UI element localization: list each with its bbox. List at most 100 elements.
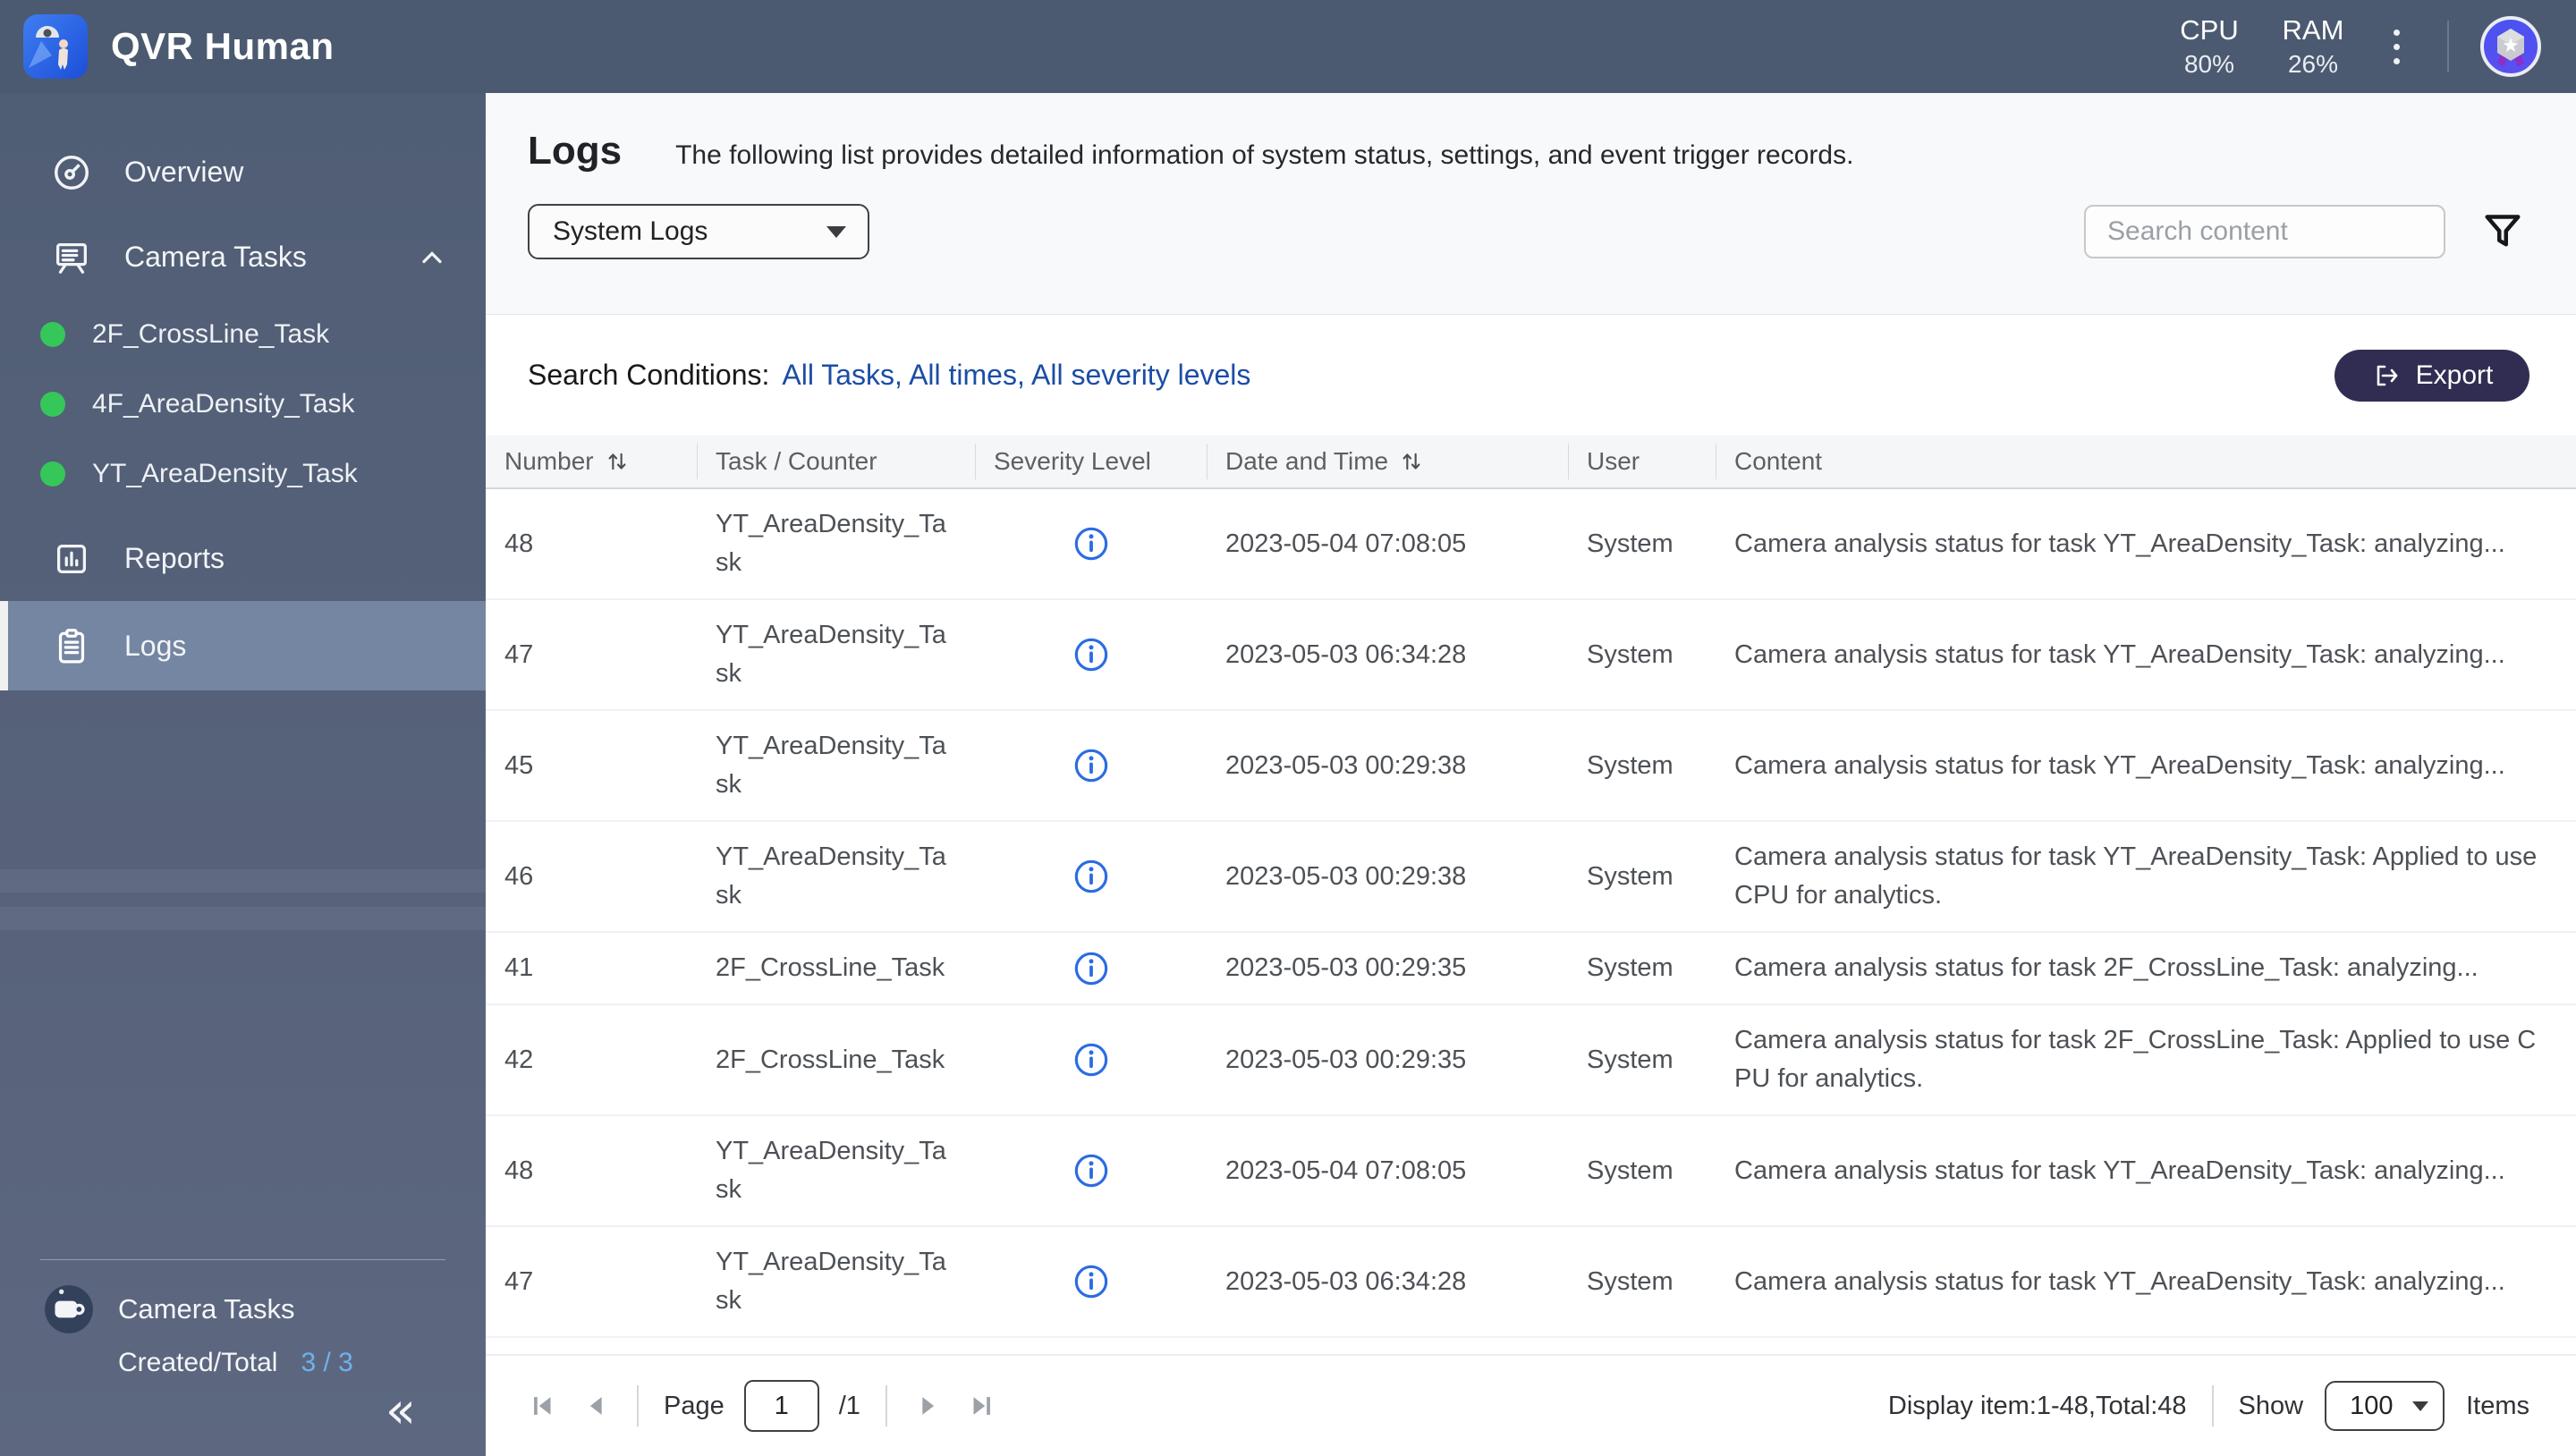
log-datetime: 2023-05-04 07:08:05 (1225, 1155, 1467, 1185)
topbar-divider (2447, 21, 2449, 72)
pager-divider (2211, 1385, 2214, 1426)
table-row: 42 2F_CrossLine_Task 2023-05-03 00:29:35 Sy… (486, 1005, 2576, 1116)
page-description: The following list provides detailed inf… (675, 140, 1854, 170)
log-content: Camera analysis status for task 2F_Cross… (1734, 1026, 2537, 1093)
next-page-icon[interactable] (912, 1391, 943, 1421)
sidebar-task-4f-areadensity[interactable]: 4F_AreaDensity_Task (0, 369, 486, 439)
display-info: Display item:1-48,Total:48 (1887, 1391, 2187, 1420)
export-button[interactable]: Export (2334, 349, 2529, 402)
info-icon[interactable] (1073, 526, 1109, 562)
pager-divider (637, 1385, 639, 1426)
page-title: Logs (528, 129, 623, 173)
log-task: YT_AreaDensity_Task (716, 732, 946, 799)
log-user: System (1587, 1045, 1674, 1074)
user-avatar[interactable]: ★ (2479, 15, 2542, 78)
first-page-icon[interactable] (528, 1391, 558, 1421)
search-conditions-row: Search Conditions: All Tasks, All times,… (486, 315, 2576, 436)
page-label: Page (664, 1391, 724, 1420)
svg-text:★: ★ (2502, 35, 2520, 57)
log-datetime: 2023-05-03 06:34:28 (1225, 639, 1467, 669)
footer-camera-tasks-title: Camera Tasks (118, 1293, 295, 1325)
chevron-up-icon[interactable] (416, 241, 448, 274)
search-input[interactable] (2084, 205, 2445, 258)
topbar-right: CPU 80% RAM 26% ★ (2157, 13, 2542, 80)
info-icon[interactable] (1073, 951, 1109, 986)
log-user: System (1587, 750, 1674, 780)
log-datetime: 2023-05-03 00:29:38 (1225, 750, 1467, 780)
main-content: Logs The following list provides detaile… (486, 93, 2576, 1456)
sidebar-item-reports[interactable]: Reports (0, 516, 486, 601)
sidebar-item-overview[interactable]: Overview (0, 130, 486, 215)
log-number: 46 (504, 861, 534, 891)
log-datetime: 2023-05-03 06:34:28 (1225, 1266, 1467, 1296)
created-total-label: Created/Total (118, 1348, 278, 1377)
page-number-input[interactable] (743, 1380, 819, 1432)
sidebar-decoration (0, 907, 486, 930)
clipboard-icon (58, 629, 85, 664)
log-severity (975, 732, 1207, 800)
log-user: System (1587, 639, 1674, 669)
items-per-page-select[interactable]: 100 (2325, 1381, 2445, 1431)
log-datetime: 2023-05-03 00:29:38 (1225, 861, 1467, 891)
sort-icon[interactable] (605, 449, 630, 474)
log-number: 41 (504, 953, 534, 982)
app-logo-icon (23, 14, 88, 79)
filters-section: Logs The following list provides detaile… (486, 93, 2576, 315)
column-header-content: Content (1716, 436, 2576, 487)
log-severity (975, 510, 1207, 578)
info-icon[interactable] (1073, 1042, 1109, 1078)
task-label: YT_AreaDensity_Task (92, 459, 358, 488)
log-type-select[interactable]: System Logs (528, 204, 869, 259)
task-label: 4F_AreaDensity_Task (92, 389, 355, 419)
sidebar-footer-divider (40, 1259, 445, 1260)
column-header-task: Task / Counter (697, 436, 975, 487)
info-icon[interactable] (1073, 1153, 1109, 1189)
log-number: 47 (504, 639, 534, 669)
info-icon[interactable] (1073, 1264, 1109, 1299)
sidebar-decoration (0, 869, 486, 893)
more-options-icon[interactable] (2365, 15, 2428, 78)
log-number: 45 (504, 750, 534, 780)
show-label: Show (2238, 1391, 2304, 1420)
log-content: Camera analysis status for task YT_AreaD… (1734, 750, 2505, 780)
log-content: Camera analysis status for task YT_AreaD… (1734, 529, 2505, 558)
log-severity (975, 621, 1207, 689)
log-user: System (1587, 861, 1674, 891)
log-severity (975, 1026, 1207, 1094)
caret-down-icon (826, 225, 846, 238)
page-total: /1 (838, 1391, 860, 1420)
log-severity (975, 842, 1207, 910)
sidebar-item-logs[interactable]: Logs (0, 601, 486, 690)
previous-page-icon[interactable] (581, 1391, 612, 1421)
last-page-icon[interactable] (966, 1391, 996, 1421)
export-label: Export (2415, 360, 2494, 390)
sidebar-item-camera-tasks[interactable]: Camera Tasks (0, 215, 486, 300)
log-content: Camera analysis status for task 2F_Cross… (1734, 953, 2479, 982)
table-row: 41 2F_CrossLine_Task 2023-05-03 00:29:35 Sy… (486, 933, 2576, 1005)
cpu-meter: CPU 80% (2157, 13, 2261, 80)
search-conditions-links[interactable]: All Tasks, All times, All severity level… (782, 359, 1250, 392)
sidebar-task-yt-areadensity[interactable]: YT_AreaDensity_Task (0, 439, 486, 509)
created-total-value: 3 / 3 (301, 1348, 353, 1377)
sort-icon[interactable] (1399, 449, 1424, 474)
filter-funnel-icon[interactable] (2481, 210, 2524, 253)
sidebar-task-2f-crossline[interactable]: 2F_CrossLine_Task (0, 300, 486, 369)
log-datetime: 2023-05-03 00:29:35 (1225, 1045, 1467, 1074)
log-user: System (1587, 953, 1674, 982)
collapse-sidebar-icon[interactable]: « (386, 1386, 416, 1436)
pager-divider (885, 1385, 887, 1426)
task-status-dot (40, 461, 65, 487)
info-icon[interactable] (1073, 748, 1109, 783)
log-task: YT_AreaDensity_Task (716, 510, 946, 577)
log-task: YT_AreaDensity_Task (716, 1248, 946, 1315)
table-body: 48 YT_AreaDensity_Task 2023-05-04 07:08:05… (486, 489, 2576, 1338)
table-row: 48 YT_AreaDensity_Task 2023-05-04 07:08:05… (486, 489, 2576, 600)
info-icon[interactable] (1073, 859, 1109, 894)
log-task: YT_AreaDensity_Task (716, 621, 946, 688)
log-user: System (1587, 1155, 1674, 1185)
info-icon[interactable] (1073, 637, 1109, 673)
log-severity (975, 935, 1207, 1003)
column-header-number: Number (486, 436, 697, 487)
log-content: Camera analysis status for task YT_AreaD… (1734, 842, 2538, 910)
sidebar-item-label: Reports (124, 542, 225, 574)
